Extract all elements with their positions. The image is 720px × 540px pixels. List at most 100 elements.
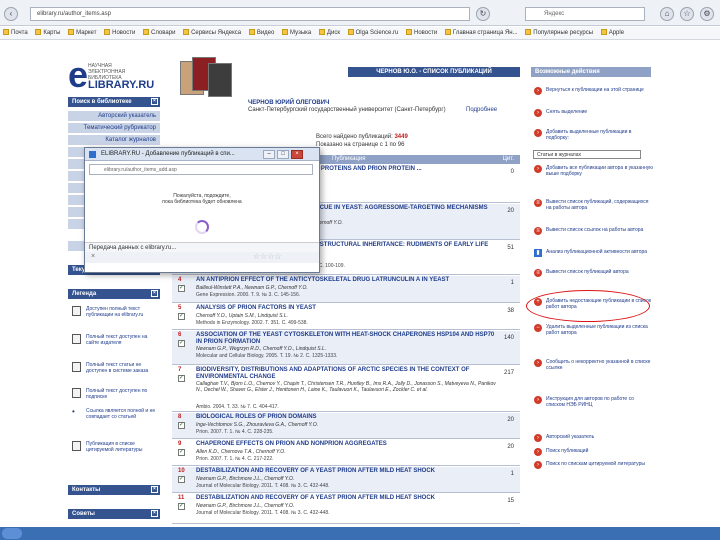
action-item[interactable]: › Вернуться к публикации на этой странице — [534, 87, 654, 95]
row-checkbox[interactable]: ✓ — [178, 340, 185, 347]
citation-count[interactable]: 1 — [511, 280, 514, 286]
author-org: Санкт-Петербургский государственный унив… — [248, 107, 393, 113]
row-checkbox[interactable]: ✓ — [178, 375, 185, 382]
sidebar-item[interactable]: Каталог журналов — [68, 135, 160, 145]
address-bar[interactable]: elibrary.ru/author_items.asp — [30, 7, 470, 21]
bookmark-icon — [347, 29, 354, 35]
citation-count[interactable]: 217 — [504, 370, 514, 376]
collapse-icon[interactable]: × — [151, 290, 158, 297]
gear-icon[interactable]: ⚙ — [700, 7, 714, 21]
bookmark[interactable]: Сервисы Яндекса — [183, 29, 241, 36]
row-checkbox[interactable]: ✓ — [178, 422, 185, 429]
citation-count[interactable]: 140 — [504, 335, 514, 341]
row-checkbox[interactable]: ✓ — [178, 503, 185, 510]
found-count: Всего найдено публикаций: 3449 — [316, 134, 408, 140]
sidebar-item[interactable]: Авторский указатель — [68, 111, 160, 121]
elibrary-logo[interactable]: e НАУЧНАЯ ЭЛЕКТРОННАЯ БИБЛИОТЕКА LIBRARY… — [68, 57, 168, 97]
action-item[interactable]: − Удалить выделенные публикации из списка… — [534, 324, 654, 336]
back-icon[interactable]: ‹ — [4, 7, 18, 21]
collapse-icon[interactable]: × — [151, 510, 158, 517]
search-section-header[interactable]: Поиск в библиотеке × — [68, 97, 160, 107]
bookmark[interactable]: Маркет — [68, 29, 96, 36]
bookmark-icon — [68, 29, 75, 35]
bookmark-icon — [406, 29, 413, 35]
refresh-icon[interactable]: ↻ — [476, 7, 490, 21]
table-row: 6 ✓ ASSOCIATION OF THE YEAST CYTOSKELETO… — [172, 331, 520, 365]
close-button[interactable]: × — [291, 150, 303, 159]
publication-authors: Allen K.D., Chernova T.A., Chernoff Y.O. — [196, 449, 286, 455]
action-item[interactable]: › Поиск по спискам цитируемой литературы — [534, 461, 654, 469]
publication-title[interactable]: BIOLOGICAL ROLES OF PRION DOMAINS — [196, 414, 496, 421]
citation-count[interactable]: 15 — [507, 498, 514, 504]
column-header[interactable]: Цит. — [502, 156, 514, 162]
sidebar-item[interactable]: Тематический рубрикатор — [68, 123, 160, 133]
citation-count[interactable]: 1 — [511, 471, 514, 477]
publication-title[interactable]: BIODIVERSITY, DISTRIBUTIONS AND ADAPTATI… — [196, 367, 496, 381]
action-item[interactable]: › Поиск публикаций — [534, 448, 654, 456]
start-button[interactable] — [2, 528, 22, 539]
bookmark[interactable]: Почта — [3, 29, 28, 36]
bookmark[interactable]: Словари — [143, 29, 175, 36]
publication-journal: Gene Expression. 2000. T. 9. № 3. C. 145… — [196, 292, 301, 298]
action-item[interactable]: › Добавить выделенные публикации в подбор… — [534, 129, 654, 141]
citation-count[interactable]: 0 — [511, 169, 514, 175]
minimize-button[interactable]: – — [263, 150, 275, 159]
maximize-button[interactable]: □ — [277, 150, 289, 159]
action-item[interactable]: › Авторский указатель — [534, 434, 654, 442]
citation-count[interactable]: 38 — [507, 308, 514, 314]
star-icon[interactable]: ☆ — [680, 7, 694, 21]
row-checkbox[interactable]: ✓ — [178, 313, 185, 320]
action-item[interactable]: ≡ Вывести список публикаций автора — [534, 269, 654, 277]
action-item[interactable]: › Инструкция для авторов по работе со спи… — [534, 396, 654, 408]
citation-count[interactable]: 51 — [507, 245, 514, 251]
row-checkbox[interactable]: ✓ — [178, 476, 185, 483]
bookmark[interactable]: Видео — [248, 29, 274, 36]
bookmark[interactable]: Новости — [104, 29, 135, 36]
list-icon: ≡ — [534, 199, 542, 207]
bookmark[interactable]: Карты — [35, 29, 60, 36]
collapse-icon[interactable]: × — [151, 98, 158, 105]
publication-title[interactable]: DESTABILIZATION AND RECOVERY OF A YEAST … — [196, 495, 496, 502]
action-item[interactable]: ≡ Вывести список ссылок на работы автора — [534, 227, 654, 235]
action-item[interactable]: › Сообщить о некорректно указанной в спис… — [534, 359, 654, 371]
collection-select[interactable]: Статьи в журналах — [533, 150, 641, 159]
home-icon[interactable]: ⌂ — [660, 7, 674, 21]
search-input[interactable]: Яндекс — [525, 7, 645, 21]
action-item[interactable]: ▮ Анализ публикационной активности автора — [534, 249, 654, 257]
publication-title[interactable]: DESTABILIZATION AND RECOVERY OF A YEAST … — [196, 468, 496, 475]
publication-title[interactable]: ASSOCIATION OF THE YEAST CYTOSKELETON WI… — [196, 332, 496, 346]
tips-section-header[interactable]: Советы × — [68, 509, 160, 519]
action-item[interactable]: › Снять выделение — [534, 109, 654, 117]
publication-title[interactable]: AN ANTIPRION EFFECT OF THE ANTICYTOSKELE… — [196, 277, 496, 284]
legend-item: • Ссылка является полной и не совпадает с… — [72, 407, 156, 421]
bookmark[interactable]: Музыка — [282, 29, 311, 36]
publication-title[interactable]: CHAPERONE EFFECTS ON PRION AND NONPRION … — [196, 441, 496, 448]
column-header[interactable]: Публикация — [332, 156, 366, 162]
bookmark[interactable]: Диск — [318, 29, 340, 36]
bookmark-icon — [444, 29, 451, 35]
dialog-titlebar[interactable]: ELIBRARY.RU - Добавление публикаций в сп… — [85, 148, 319, 161]
row-checkbox[interactable]: ✓ — [178, 449, 185, 456]
logo-main: LIBRARY.RU — [88, 79, 155, 91]
profile-link[interactable]: Подробнее — [466, 107, 497, 113]
bookmark[interactable]: Olga Science.ru — [347, 29, 398, 36]
arrow-icon: › — [534, 109, 542, 117]
arrow-icon: › — [534, 165, 542, 173]
contacts-section-header[interactable]: Контакты × — [68, 485, 160, 495]
citation-count[interactable]: 20 — [507, 208, 514, 214]
bookmark[interactable]: Популярные ресурсы — [525, 29, 593, 36]
citation-count[interactable]: 20 — [507, 444, 514, 450]
bookmark[interactable]: Apple — [600, 29, 624, 36]
close-status-icon[interactable]: × — [91, 253, 95, 260]
collapse-icon[interactable]: × — [151, 486, 158, 493]
bookmark-icon — [104, 29, 111, 35]
bookmark[interactable]: Новости — [406, 29, 437, 36]
publication-journal: Molecular and Cellular Biology. 2005. T.… — [196, 353, 338, 359]
bookmark[interactable]: Главная страница Ян... — [444, 29, 518, 36]
action-item[interactable]: › Добавить все публикации автора в указан… — [534, 165, 654, 177]
publication-title[interactable]: ANALYSIS OF PRION FACTORS IN YEAST — [196, 305, 496, 312]
legend-section-header[interactable]: Легенда × — [68, 289, 160, 299]
row-checkbox[interactable]: ✓ — [178, 285, 185, 292]
action-item[interactable]: ≡ Вывести список публикаций, содержащихся… — [534, 199, 654, 211]
citation-count[interactable]: 20 — [507, 417, 514, 423]
